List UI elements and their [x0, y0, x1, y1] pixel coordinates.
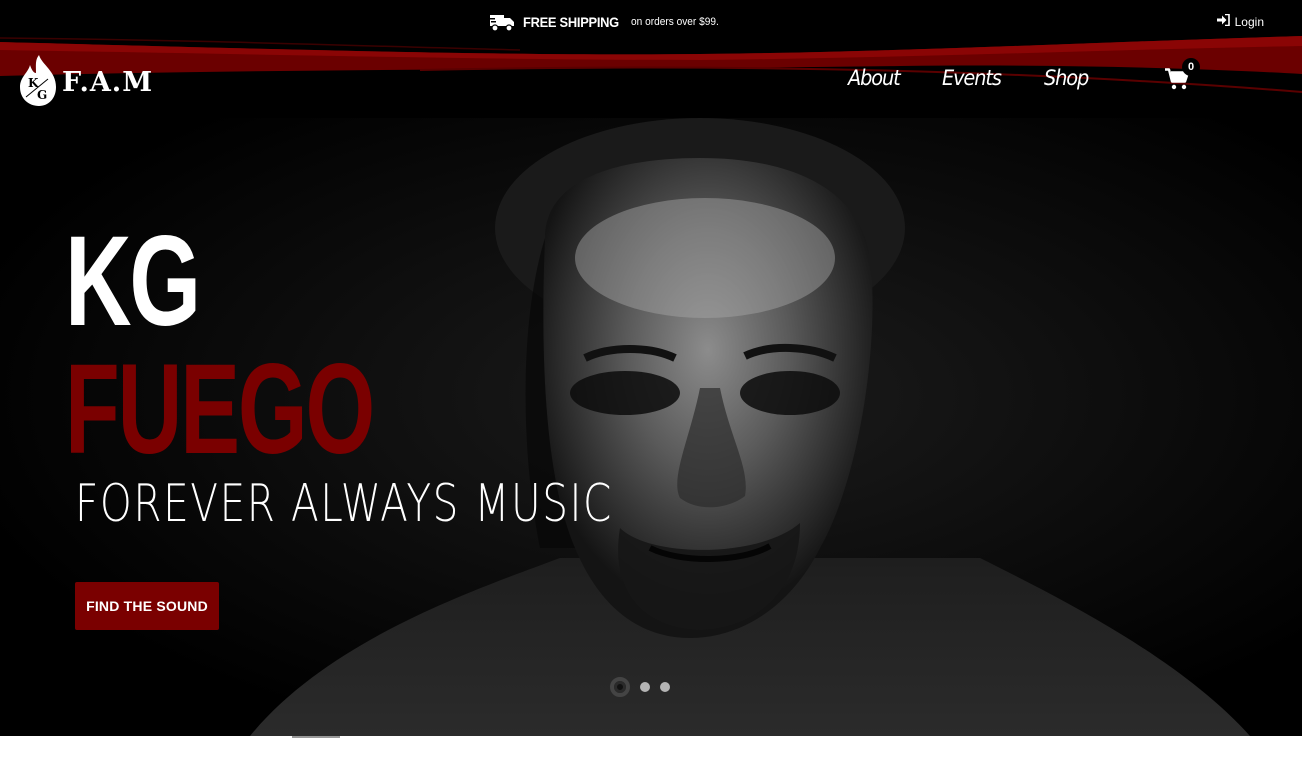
login-label: Login — [1234, 14, 1264, 29]
hero-title-fuego: FUEGO — [65, 338, 375, 481]
announcement-bar: FREE SHIPPING on orders over $99. Login — [0, 0, 1302, 44]
logo-wordmark: F.A.M — [62, 67, 154, 98]
slider-dot-3[interactable] — [660, 682, 670, 692]
hero-subtitle: FOREVER ALWAYS MUSIC — [75, 474, 613, 534]
hero-title-kg: KG — [65, 210, 201, 353]
slider-dot-1[interactable] — [610, 677, 630, 697]
cart-count-badge: 0 — [1182, 58, 1200, 76]
flame-logo-icon: K G — [18, 53, 60, 112]
free-shipping-label: FREE SHIPPING — [523, 14, 619, 30]
hero-slider: KG FUEGO FOREVER ALWAYS MUSIC FIND THE S… — [0, 118, 1302, 736]
nav-item-shop[interactable]: Shop — [1044, 66, 1089, 90]
sign-in-icon — [1216, 13, 1230, 29]
truck-icon — [489, 12, 515, 32]
nav-item-events[interactable]: Events — [942, 66, 1002, 90]
login-link[interactable]: Login — [1216, 13, 1264, 29]
slider-dot-2[interactable] — [640, 682, 650, 692]
free-shipping-condition: on orders over $99. — [631, 16, 719, 28]
site-logo[interactable]: K G F.A.M — [18, 53, 153, 112]
nav-item-about[interactable]: About — [848, 66, 901, 90]
main-nav: About Events Shop — [848, 66, 1092, 90]
divider — [292, 736, 340, 738]
free-shipping-notice: FREE SHIPPING on orders over $99. — [489, 12, 727, 32]
find-the-sound-button[interactable]: FIND THE SOUND — [75, 582, 219, 630]
svg-text:G: G — [37, 88, 47, 102]
slider-pagination — [610, 677, 670, 697]
page-content-below-hero — [0, 736, 1302, 758]
